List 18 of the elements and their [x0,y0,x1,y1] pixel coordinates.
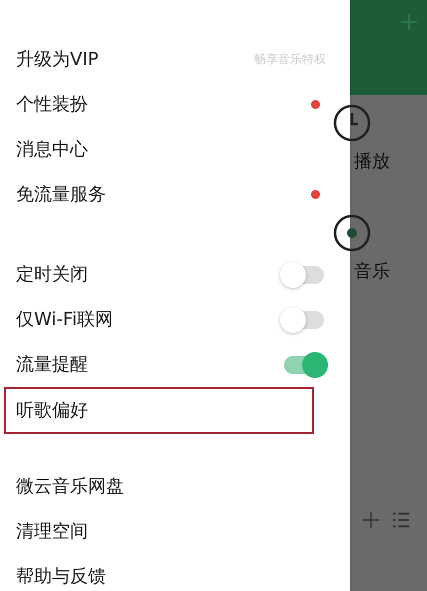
shortcut-label: 播放 [354,150,390,173]
clock-icon[interactable] [332,103,372,143]
menu-item[interactable]: 流量提醒 [16,354,88,374]
menu-item[interactable]: 清理空间 [16,522,88,542]
menu-item[interactable]: 仅Wi-Fi联网 [16,310,113,330]
menu-item[interactable]: 免流量服务 [16,184,106,204]
menu-item[interactable]: 微云音乐网盘 [16,476,124,496]
list-icon[interactable] [392,511,410,529]
plus-icon[interactable] [362,511,380,529]
plus-icon[interactable] [399,12,419,32]
disc-icon[interactable] [332,213,372,253]
menu-item[interactable]: 帮助与反馈 [16,566,106,586]
shortcut-label: 音乐 [354,260,390,283]
menu-item[interactable]: 听歌偏好 [16,400,88,420]
menu-item[interactable]: 个性装扮 [16,94,88,114]
menu-item[interactable]: 定时关闭 [16,264,88,284]
menu-item[interactable]: 消息中心 [16,140,88,160]
menu-item[interactable]: 升级为VIP [16,50,98,70]
